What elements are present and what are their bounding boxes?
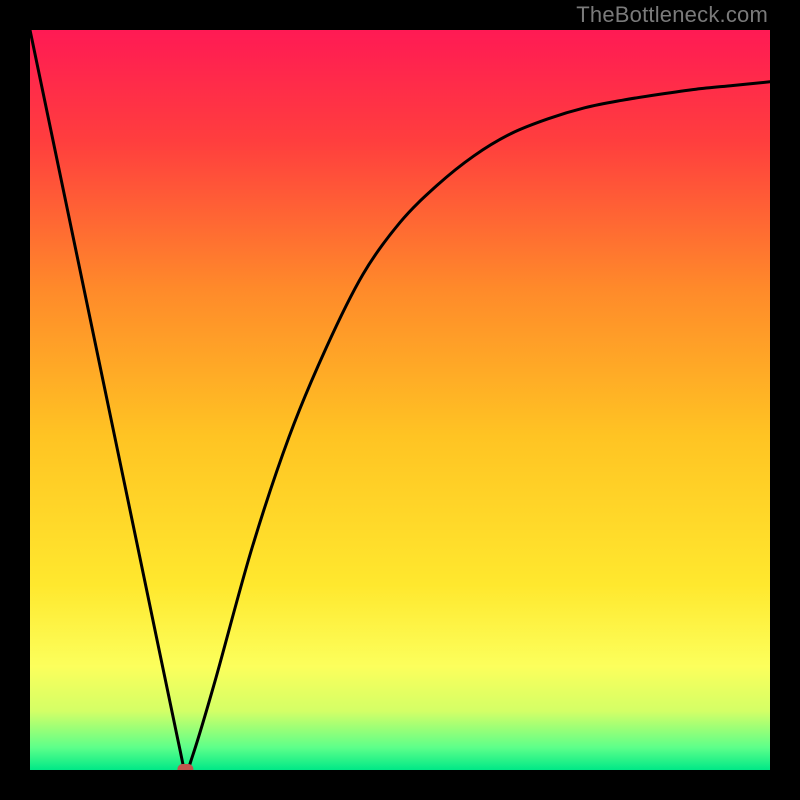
chart-frame	[30, 30, 770, 770]
optimal-marker	[177, 764, 193, 770]
watermark-text: TheBottleneck.com	[576, 2, 768, 28]
bottleneck-chart	[30, 30, 770, 770]
chart-background	[30, 30, 770, 770]
